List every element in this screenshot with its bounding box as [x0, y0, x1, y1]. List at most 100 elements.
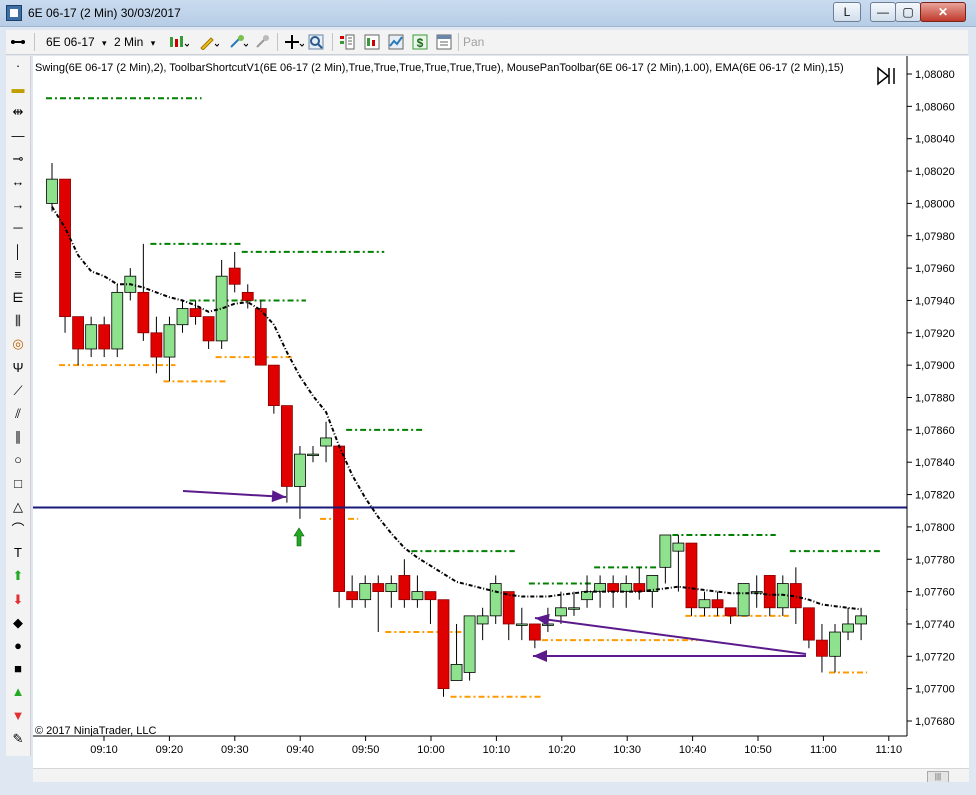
extended-line-icon[interactable]: ↔ — [10, 174, 26, 190]
up-candle — [737, 583, 750, 617]
regression-channel-icon[interactable]: ⫽ — [10, 406, 26, 422]
risk-reward-icon[interactable]: ⇹ — [10, 104, 26, 120]
up-candle — [842, 607, 854, 641]
down-candle — [685, 542, 698, 616]
interval-selector[interactable]: 2 Min ▾ — [114, 33, 155, 51]
up-candle — [385, 575, 398, 608]
triangle-up-icon[interactable]: ▲ — [10, 684, 26, 700]
ray-icon[interactable]: ⊸ — [10, 151, 26, 167]
chart-window: 6E 06-17 (2 Min) 30/03/2017 L — ▢ ✕ 6E 0… — [0, 0, 976, 795]
x-tick-label: 11:10 — [875, 744, 902, 756]
up-candle — [855, 607, 867, 641]
pan-button[interactable]: Pan — [463, 33, 484, 51]
y-tick-label: 1,07700 — [915, 684, 955, 696]
close-button[interactable]: ✕ — [920, 2, 966, 22]
horizontal-line-icon[interactable]: ─ — [10, 220, 26, 236]
down-candle — [803, 607, 815, 649]
panel-collapse-icon[interactable] — [877, 66, 895, 86]
chart-trader-icon[interactable] — [388, 34, 404, 50]
y-tick-label: 1,07820 — [915, 490, 955, 502]
vertical-line-icon[interactable]: │ — [10, 244, 26, 260]
down-candle — [398, 559, 411, 608]
down-candle — [372, 575, 385, 633]
indicator-icon[interactable] — [364, 34, 380, 50]
chevron-down-icon: ▾ — [150, 38, 156, 48]
drawn-arrow — [182, 490, 287, 503]
indicator-label: Swing(6E 06-17 (2 Min),2), ToolbarShortc… — [35, 62, 844, 74]
up-candle — [46, 162, 58, 212]
y-tick-label: 1,08000 — [915, 198, 955, 210]
y-tick-label: 1,08060 — [915, 101, 955, 113]
down-candle — [280, 405, 293, 503]
up-candle — [672, 534, 685, 592]
y-tick-label: 1,07720 — [915, 651, 955, 663]
triangle-icon[interactable]: △ — [10, 499, 26, 515]
arrow-down-icon[interactable]: ⬇ — [10, 592, 26, 608]
up-candle — [568, 591, 580, 616]
x-tick-label: 09:30 — [221, 744, 249, 756]
select-icon[interactable]: · — [10, 58, 26, 74]
crosshair-icon[interactable] — [228, 34, 249, 50]
andrews-pitchfork-icon[interactable]: Ψ — [10, 360, 26, 376]
down-candle — [437, 599, 450, 697]
rectangle-icon[interactable]: □ — [10, 476, 26, 492]
buy-arrow-icon — [293, 527, 305, 547]
gann-fan-icon[interactable]: ⟋ — [10, 383, 26, 399]
price-chart[interactable]: 1,077491,07745 1,080801,080601,080401,08… — [33, 56, 969, 768]
arc-icon[interactable]: ⌒ — [10, 522, 26, 538]
x-tick-label: 11:00 — [810, 744, 837, 756]
drawing-tools-bar: · ▬ ⇹ — ⊸ ↔ → ─ │ ≡ ⋿ ⫼ ◎ Ψ ⟋ ⫽ ∥ ○ □ △ ⌒ T ⬆ ⬇ ◆ ● ■ ▲ ▼ ✎ — [6, 56, 31, 756]
minimize-button[interactable]: — — [870, 2, 896, 22]
diamond-icon[interactable]: ◆ — [10, 615, 26, 631]
down-candle — [333, 445, 346, 608]
strategy-icon[interactable] — [339, 34, 355, 50]
horizontal-scrollbar[interactable]: ||| — [33, 768, 969, 783]
arrow-line-icon[interactable]: → — [10, 197, 26, 213]
text-icon[interactable]: T — [10, 545, 26, 561]
down-candle — [254, 300, 267, 366]
y-tick-label: 1,07940 — [915, 295, 955, 307]
chart-panel[interactable]: 1,077491,07745 1,080801,080601,080401,08… — [33, 56, 969, 768]
pencil-icon[interactable] — [199, 34, 220, 51]
crosshair-icon[interactable] — [284, 34, 305, 50]
up-candle — [163, 316, 176, 382]
y-tick-label: 1,07840 — [915, 457, 955, 469]
line-icon[interactable]: — — [10, 128, 26, 144]
region-highlight-icon[interactable]: ✎ — [10, 731, 26, 747]
dot-icon[interactable]: ● — [10, 638, 26, 654]
up-candle — [307, 446, 319, 463]
up-candle — [176, 300, 189, 333]
layout-button[interactable]: L — [833, 2, 861, 22]
down-candle — [137, 243, 150, 341]
x-tick-label: 10:40 — [679, 744, 707, 756]
y-tick-label: 1,07900 — [915, 360, 955, 372]
down-candle — [502, 591, 515, 641]
square-icon[interactable]: ■ — [10, 661, 26, 677]
fib-retracement-icon[interactable]: ≡ — [10, 267, 26, 283]
y-tick-label: 1,08040 — [915, 134, 955, 146]
x-tick-label: 10:30 — [613, 744, 641, 756]
down-candle — [72, 316, 84, 366]
ellipse-icon[interactable]: ○ — [10, 452, 26, 468]
triangle-down-icon[interactable]: ▼ — [10, 708, 26, 724]
properties-icon[interactable] — [436, 34, 452, 50]
instrument-selector[interactable]: 6E 06-17 ▾ — [46, 33, 107, 51]
zoom-icon[interactable] — [308, 34, 324, 50]
x-tick-label: 09:40 — [286, 744, 314, 756]
fib-extension-icon[interactable]: ⋿ — [10, 290, 26, 306]
maximize-button[interactable]: ▢ — [895, 2, 921, 22]
down-candle — [633, 567, 646, 600]
bars-icon[interactable] — [169, 34, 190, 50]
fib-timezones-icon[interactable]: ⫼ — [10, 313, 26, 329]
arrow-up-icon[interactable]: ⬆ — [10, 568, 26, 584]
down-candle — [711, 591, 724, 616]
magnet-icon[interactable] — [254, 34, 270, 50]
dollar-icon[interactable]: $ — [412, 34, 428, 50]
y-tick-label: 1,07780 — [915, 554, 955, 566]
fib-circle-icon[interactable]: ◎ — [10, 336, 26, 352]
trend-channel-icon[interactable]: ∥ — [10, 429, 26, 445]
chart-toolbar: 6E 06-17 ▾ 2 Min ▾ $ Pan — [6, 30, 968, 55]
down-candle — [528, 623, 541, 649]
ruler-icon[interactable]: ▬ — [10, 81, 26, 97]
toolbar-grip-icon — [10, 34, 26, 50]
